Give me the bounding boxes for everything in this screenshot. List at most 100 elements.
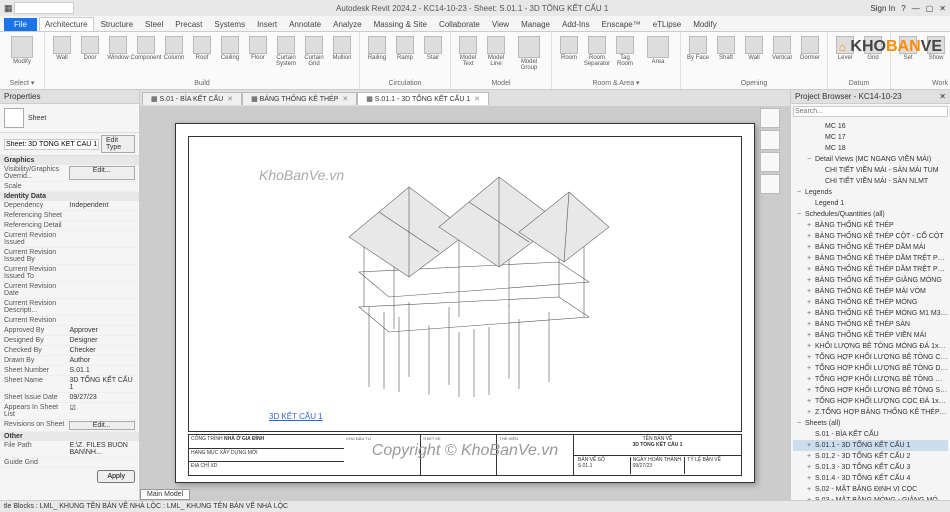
tree-node[interactable]: +TỔNG HỢP KHỐI LƯỢNG BÊ TÔNG MÓNG Đ [793, 374, 948, 385]
tree-node[interactable]: +BẢNG THỐNG KÊ THÉP GIẰNG MÓNG [793, 275, 948, 286]
tree-node[interactable]: +TỔNG HỢP KHỐI LƯỢNG BÊ TÔNG SÀN [793, 385, 948, 396]
search-input[interactable] [14, 2, 74, 14]
props-row[interactable]: Sheet NumberS.01.1 [0, 366, 139, 376]
ribbon-button[interactable]: Door [77, 34, 103, 63]
tree-node[interactable]: +BẢNG THỐNG KÊ THÉP VIỀN MÁI [793, 330, 948, 341]
tree-node[interactable]: +BẢNG THỐNG KÊ THÉP DẦM TRỆT PHƯƠNG [793, 253, 948, 264]
ribbon-tab-systems[interactable]: Systems [209, 18, 250, 31]
help-icon[interactable]: ? [901, 4, 905, 13]
props-row[interactable]: Current Revision Issued By [0, 248, 139, 265]
tree-node[interactable]: MC 16 [793, 121, 948, 132]
ribbon-button[interactable]: Shaft [713, 34, 739, 63]
edit-type-button[interactable]: Edit Type [101, 135, 135, 153]
ribbon-button[interactable]: Stair [420, 34, 446, 63]
ribbon-button[interactable]: Roof [189, 34, 215, 63]
props-row[interactable]: Referencing Sheet [0, 211, 139, 221]
props-row[interactable]: Designed ByDesigner [0, 336, 139, 346]
ribbon-tab-analyze[interactable]: Analyze [328, 18, 366, 31]
browser-tree[interactable]: MC 16MC 17MC 18−Detail Views (MC NGANG V… [791, 119, 950, 500]
worksharing-tab[interactable]: Main Model [140, 489, 190, 500]
ribbon-button[interactable]: Area [640, 34, 676, 67]
tree-node[interactable]: CHI TIẾT VIỀN MÁI - SÀN NLMT [793, 176, 948, 187]
ribbon-button[interactable]: Window [105, 34, 131, 63]
drawing-canvas[interactable]: KhoBanVe.vn [140, 106, 790, 500]
tree-node[interactable]: +Z.TỔNG HỢP BẢNG THỐNG KÊ THÉP THEO [793, 407, 948, 418]
ribbon-button[interactable]: Ramp [392, 34, 418, 63]
browser-close-icon[interactable]: ✕ [939, 92, 946, 101]
ribbon-button[interactable]: Mullion [329, 34, 355, 63]
tree-node[interactable]: +BẢNG THỐNG KÊ THÉP DẦM MÁI [793, 242, 948, 253]
ribbon-button[interactable]: Model Line [483, 34, 509, 69]
tree-node[interactable]: +S.03 - MẶT BẰNG MÓNG - GIẰNG MÓNG [793, 495, 948, 500]
ribbon-tab-addins[interactable]: Add-Ins [557, 18, 595, 31]
props-row[interactable]: Revisions on SheetEdit... [0, 420, 139, 432]
props-row[interactable]: Current Revision Issued To [0, 265, 139, 282]
props-row[interactable]: Guide Grid [0, 458, 139, 468]
tree-node[interactable]: +BẢNG THỐNG KÊ THÉP MÁI VÒM [793, 286, 948, 297]
props-row[interactable]: File PathE:\Z. FILES BUON BAN\NH... [0, 441, 139, 458]
ribbon-tab-collaborate[interactable]: Collaborate [434, 18, 485, 31]
ribbon-tab-modify[interactable]: Modify [688, 18, 722, 31]
ribbon-button[interactable]: Railing [364, 34, 390, 63]
ribbon-button[interactable]: Column [161, 34, 187, 63]
ribbon-button[interactable]: Model Text [455, 34, 481, 69]
ribbon-tab-structure[interactable]: Structure [96, 18, 138, 31]
view-tab[interactable]: ▦ S.01 - BÌA KẾT CẤU✕ [142, 92, 242, 105]
ribbon-button[interactable]: Floor [245, 34, 271, 63]
ribbon-tab-steel[interactable]: Steel [140, 18, 168, 31]
props-row[interactable]: Approved ByApprover [0, 326, 139, 336]
ribbon-tab-enscape[interactable]: Enscape™ [597, 18, 646, 31]
ribbon-button[interactable]: Vertical [769, 34, 795, 63]
tree-node[interactable]: +BẢNG THỐNG KÊ THÉP MÓNG [793, 297, 948, 308]
tree-node[interactable]: MC 17 [793, 132, 948, 143]
close-tab-icon[interactable]: ✕ [227, 96, 233, 103]
tree-node[interactable]: +S.02 - MẶT BẰNG ĐỊNH VỊ CỌC [793, 484, 948, 495]
ribbon-tab-architecture[interactable]: Architecture [39, 17, 94, 31]
ribbon-button[interactable]: Curtain Grid [301, 34, 327, 69]
signin-link[interactable]: Sign In [870, 4, 895, 13]
props-row[interactable]: Referencing Detail [0, 221, 139, 231]
type-selector[interactable] [4, 139, 99, 150]
props-row[interactable]: Checked ByChecker [0, 346, 139, 356]
close-tab-icon[interactable]: ✕ [474, 96, 480, 103]
ribbon-button[interactable]: By Face [685, 34, 711, 63]
pan-icon[interactable] [760, 174, 780, 194]
props-row[interactable]: Appears In Sheet List☑ [0, 403, 139, 420]
props-row[interactable]: Visibility/Graphics Overrid...Edit... [0, 165, 139, 182]
props-row[interactable]: Sheet Name3D TỔNG KẾT CẤU 1 [0, 376, 139, 393]
ribbon-button[interactable]: Room Separator [584, 34, 610, 69]
ribbon-tab-precast[interactable]: Precast [170, 18, 207, 31]
props-row[interactable]: Current Revision Descripti... [0, 299, 139, 316]
view-tab[interactable]: ▦ BẢNG THỐNG KÊ THÉP✕ [242, 92, 357, 105]
tree-node[interactable]: +BẢNG THỐNG KÊ THÉP [793, 220, 948, 231]
ribbon-tab-insert[interactable]: Insert [252, 18, 282, 31]
tree-node[interactable]: CHI TIẾT VIỀN MÁI - SÀN MÁI TUM [793, 165, 948, 176]
home-icon[interactable] [760, 108, 780, 128]
view-tab[interactable]: ▦ S.01.1 - 3D TỔNG KẾT CẤU 1✕ [357, 92, 489, 105]
ribbon-tab-massingsite[interactable]: Massing & Site [369, 18, 432, 31]
ribbon-tab-etlipse[interactable]: eTLipse [648, 18, 686, 31]
ribbon-button[interactable]: Room [556, 34, 582, 63]
close-tab-icon[interactable]: ✕ [342, 96, 348, 103]
ribbon-button[interactable]: Tag Room [612, 34, 638, 69]
browser-search[interactable] [793, 106, 948, 117]
ribbon-tab-manage[interactable]: Manage [516, 18, 555, 31]
minimize-icon[interactable]: — [912, 4, 920, 13]
apply-button[interactable]: Apply [97, 470, 135, 483]
ribbon-button[interactable]: Curtain System [273, 34, 299, 69]
ribbon-tab-view[interactable]: View [487, 18, 514, 31]
props-row[interactable]: Scale [0, 182, 139, 192]
props-row[interactable]: Current Revision Date [0, 282, 139, 299]
tree-node[interactable]: Legend 1 [793, 198, 948, 209]
tree-node[interactable]: −Sheets (all) [793, 418, 948, 429]
ribbon-button[interactable]: Dormer [797, 34, 823, 63]
ribbon-tab-annotate[interactable]: Annotate [284, 18, 326, 31]
tree-node[interactable]: +BẢNG THỐNG KÊ THÉP SÀN [793, 319, 948, 330]
tree-node[interactable]: +S.01.2 - 3D TỔNG KẾT CẤU 2 [793, 451, 948, 462]
tree-node[interactable]: +S.01.4 - 3D TỔNG KẾT CẤU 4 [793, 473, 948, 484]
ribbon-button[interactable]: Model Group [511, 34, 547, 73]
tree-node[interactable]: +BẢNG THỐNG KÊ THÉP MÓNG M1 M3 M3 [793, 308, 948, 319]
props-row[interactable]: Sheet Issue Date09/27/23 [0, 393, 139, 403]
tree-node[interactable]: +BẢNG THỐNG KÊ THÉP DẦM TRỆT PHƯƠNG [793, 264, 948, 275]
tree-node[interactable]: −Schedules/Quantities (all) [793, 209, 948, 220]
